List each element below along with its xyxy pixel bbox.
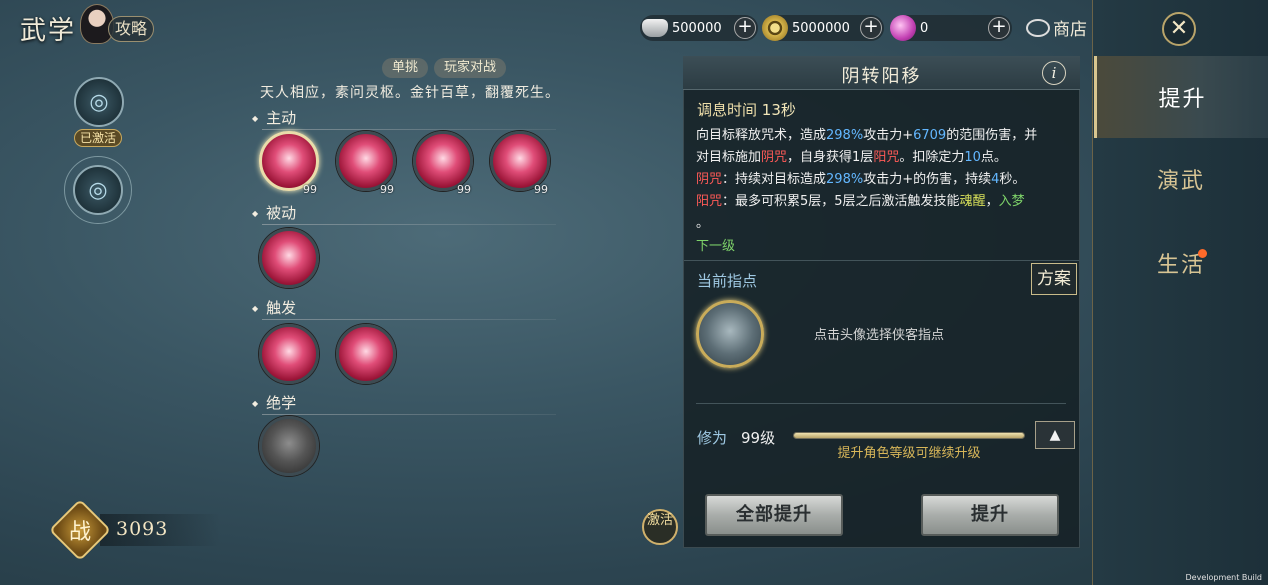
section-divider [262,129,556,130]
shop-label: 商店 [1053,20,1087,40]
next-level-link[interactable]: 下一级 [696,235,735,254]
school-motto: 天人相应，素问灵枢。金针百草，翻覆死生。 [260,85,560,101]
upgrade-arrow-button[interactable]: ▲ [1035,421,1075,449]
skill-description: 向目标释放咒术，造成298%攻击力+6709的范围伤害，并 对目标施加阴咒，自身… [696,125,1070,235]
coin-icon [762,15,788,41]
cultivation-progress-bar [793,432,1025,439]
gem-icon [890,15,916,41]
combat-label: 战 [68,520,91,545]
copper-currency: 5000000 + [762,15,884,41]
add-gem-button[interactable]: + [988,17,1010,39]
silver-value: 500000 [672,20,722,36]
skill-active-2[interactable] [336,131,396,191]
silver-currency: 500000 + [640,15,758,41]
guide-button[interactable]: 攻略 [108,16,154,42]
skill-level: 99 [534,183,548,196]
mode-tag-pvp: 玩家对战 [434,58,507,78]
dev-build-label: Development Build [1185,573,1262,582]
gem-currency: 0 + [890,15,1012,41]
desc-line: 向目标释放咒术，造成298%攻击力+6709的范围伤害，并 [696,128,1038,143]
skill-active-1[interactable] [259,131,319,191]
section-ultimate: 绝学 [252,392,296,413]
section-trigger: 触发 [252,297,296,318]
shop-button[interactable]: 商店 [1026,15,1087,40]
cooldown-label: 调息时间 [697,101,758,119]
skill-level: 99 [457,183,471,196]
cultivation-tip: 提升角色等级可继续升级 [837,446,981,461]
skill-passive-1[interactable] [259,228,319,288]
cultivation-label: 修为 [697,429,728,447]
guide-hint: 点击头像选择侠客指点 [814,328,945,343]
panel-divider [684,260,1079,261]
skill-level: 99 [303,183,317,196]
plan-button[interactable]: 方案 [1031,263,1077,295]
mode-tag-duel: 单挑 [382,58,429,78]
desc-line: 。 [696,216,710,231]
current-guide-label: 当前指点 [697,272,758,290]
cultivation-level: 99级 [741,429,776,447]
panel-divider [696,403,1066,404]
silver-ingot-icon [642,19,668,37]
cultivation-progress-fill [794,433,1024,438]
combat-power-value: 3093 [116,518,169,540]
skill-trigger-2[interactable] [336,324,396,384]
notification-dot [1198,249,1207,258]
gem-value: 0 [920,20,929,36]
section-passive: 被动 [252,202,296,223]
skill-ultimate-locked[interactable] [259,416,319,476]
copper-value: 5000000 [792,20,850,36]
desc-line: 对目标施加阴咒，自身获得1层阳咒。扣除定力10点。 [696,150,1007,165]
upgrade-button[interactable]: 提升 [921,494,1059,536]
desc-line: 阳咒：最多可积累5层，5层之后激活触发技能魂醒，入梦 [696,194,1025,209]
skill-active-3[interactable] [413,131,473,191]
section-active: 主动 [252,107,296,128]
school-node-icon[interactable]: ◎ [74,77,124,127]
activate-button[interactable]: 激活 [642,509,678,545]
skill-trigger-1[interactable] [259,324,319,384]
close-button[interactable]: ✕ [1162,12,1196,46]
skill-level: 99 [380,183,394,196]
desc-line: 阴咒：持续对目标造成298%攻击力+的伤害，持续4秒。 [696,172,1026,187]
skill-active-4[interactable] [490,131,550,191]
activated-badge: 已激活 [74,129,122,147]
tab-upgrade[interactable]: 提升 [1094,56,1268,138]
guide-portrait[interactable] [696,300,764,368]
skill-name: 阴转阳移 [841,66,922,87]
info-icon[interactable]: i [1042,61,1066,85]
section-divider [262,414,556,415]
cooldown: 调息时间 13秒 [697,99,796,120]
add-silver-button[interactable]: + [734,17,756,39]
section-divider [262,319,556,320]
tab-practice[interactable]: 演武 [1094,138,1268,220]
cooldown-value: 13秒 [761,101,796,119]
shop-icon [1026,18,1050,37]
upgrade-all-button[interactable]: 全部提升 [705,494,843,536]
section-divider [262,224,556,225]
tab-life[interactable]: 生活 [1094,222,1268,304]
page-title: 武学 [20,16,77,46]
add-copper-button[interactable]: + [860,17,882,39]
school-node-selected-icon[interactable]: ◎ [73,165,123,215]
